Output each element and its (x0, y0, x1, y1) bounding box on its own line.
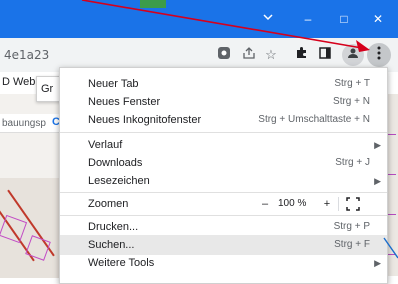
menu-item-label: Drucken... (88, 221, 139, 233)
menu-item-new-window[interactable]: Neues Fenster Strg + N (60, 92, 387, 112)
menu-item-shortcut: Strg + Umschalttaste + N (258, 114, 370, 125)
menu-item-shortcut: Strg + F (334, 239, 370, 250)
chevron-right-icon: ▶ (374, 140, 381, 150)
menu-item-find[interactable]: Suchen... Strg + F (60, 235, 387, 255)
menu-item-label: Suchen... (88, 239, 135, 251)
zoom-level: 100 % (278, 198, 307, 209)
menu-separator (60, 132, 387, 133)
menu-item-shortcut: Strg + P (333, 221, 370, 232)
menu-item-shortcut: Strg + N (333, 96, 370, 107)
chrome-main-menu: Neuer Tab Strg + T Neues Fenster Strg + … (59, 67, 388, 284)
tooltip-text: Gr (41, 83, 54, 95)
chevron-right-icon: ▶ (374, 176, 381, 186)
bookmark-item[interactable]: D Web( (2, 76, 39, 88)
menu-item-label: Verlauf (88, 139, 123, 151)
menu-item-zoom: Zoomen – 100 % + (60, 194, 387, 214)
menu-separator (60, 215, 387, 216)
zoom-controls: – 100 % + (258, 194, 360, 214)
page-label: bauungsp (2, 118, 46, 129)
menu-item-new-incognito[interactable]: Neues Inkognitofenster Strg + Umschaltta… (60, 110, 387, 130)
menu-item-bookmarks[interactable]: Lesezeichen ▶ (60, 171, 387, 191)
menu-item-label: Zoomen (88, 198, 129, 210)
zoom-in-button[interactable]: + (320, 194, 334, 214)
menu-item-label: Neues Inkognitofenster (88, 114, 202, 126)
menu-item-print[interactable]: Drucken... Strg + P (60, 217, 387, 237)
annotation-arrow (383, 237, 398, 259)
zoom-divider (338, 197, 339, 211)
menu-item-downloads[interactable]: Downloads Strg + J (60, 153, 387, 173)
menu-item-label: Weitere Tools (88, 257, 155, 269)
menu-item-more-tools[interactable]: Weitere Tools ▶ (60, 253, 387, 273)
menu-item-label: Lesezeichen (88, 175, 150, 187)
menu-item-shortcut: Strg + J (335, 157, 370, 168)
site-plan-image (0, 178, 60, 278)
menu-item-label: Neuer Tab (88, 78, 139, 90)
menu-item-label: Neues Fenster (88, 96, 161, 108)
fullscreen-icon[interactable] (346, 197, 360, 211)
menu-item-shortcut: Strg + T (334, 78, 370, 89)
menu-item-history[interactable]: Verlauf ▶ (60, 135, 387, 155)
menu-separator (60, 192, 387, 193)
menu-item-new-tab[interactable]: Neuer Tab Strg + T (60, 74, 387, 94)
annotation-arrow (81, 0, 370, 52)
address-bar-url[interactable]: 4e1a23 (4, 48, 49, 62)
zoom-out-button[interactable]: – (258, 194, 272, 214)
menu-item-label: Downloads (88, 157, 143, 169)
